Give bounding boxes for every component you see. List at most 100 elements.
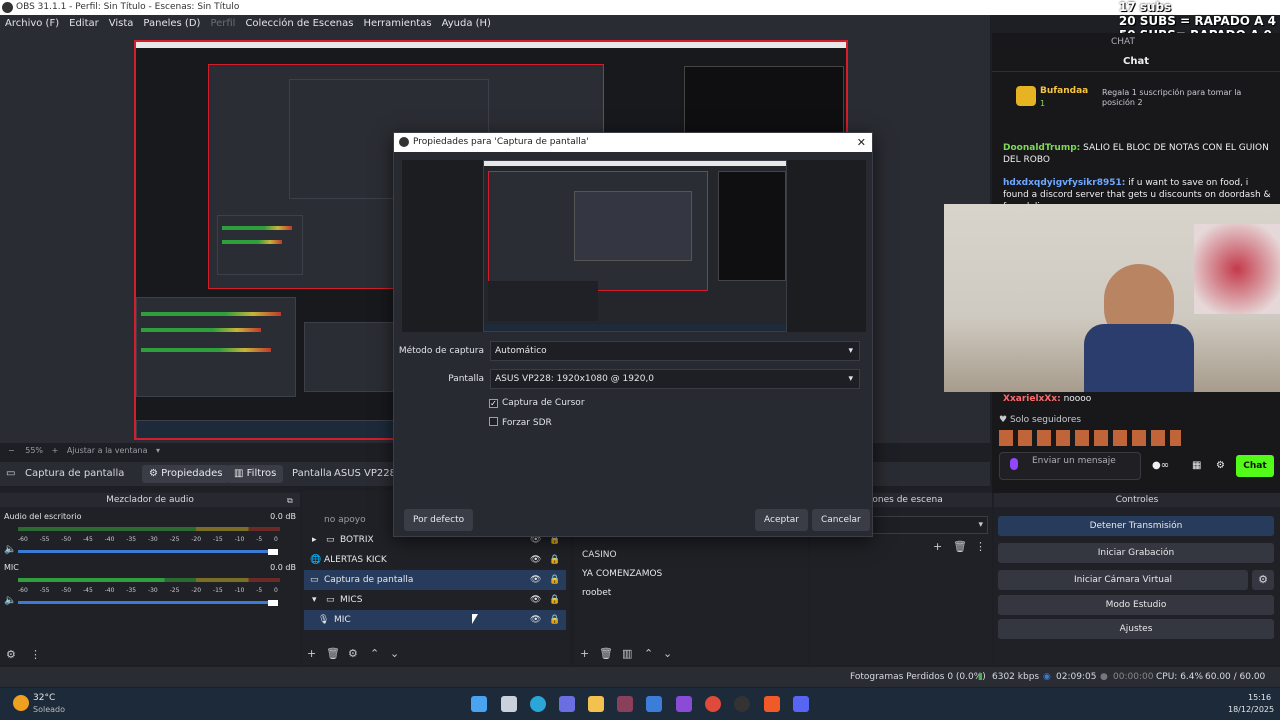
db-scale: -60 -55 -50 -45 -40 -35 -30 -25 -20 -15 -10 -5 0 bbox=[18, 536, 278, 543]
menu-perfil[interactable]: Perfil bbox=[205, 15, 240, 33]
mixer-menu-icon[interactable]: ⋮ bbox=[30, 649, 41, 661]
add-source-icon[interactable]: + bbox=[307, 648, 316, 660]
channel-db: 0.0 dB bbox=[270, 563, 296, 572]
expand-icon: ▸ bbox=[312, 535, 317, 545]
remove-source-icon[interactable]: 🗑 bbox=[326, 648, 340, 660]
start-recording-button[interactable]: Iniciar Grabación bbox=[998, 543, 1274, 563]
move-up-icon[interactable]: ⌃ bbox=[370, 648, 379, 660]
scene-casino[interactable]: CASINO bbox=[582, 550, 617, 560]
close-icon[interactable]: ✕ bbox=[857, 133, 866, 152]
settings-button[interactable]: Ajustes bbox=[998, 619, 1274, 639]
status-bar: Fotogramas Perdidos 0 (0.0%) ▮ 6302 kbps… bbox=[0, 667, 1280, 702]
defaults-button[interactable]: Por defecto bbox=[404, 509, 474, 531]
cancel-button[interactable]: Cancelar bbox=[812, 509, 870, 531]
dialog-title-bar: Propiedades para 'Captura de pantalla' ✕ bbox=[394, 133, 872, 152]
stop-stream-button[interactable]: Detener Transmisión bbox=[998, 516, 1274, 536]
mixer-settings-icon[interactable]: ⚙ bbox=[6, 649, 16, 661]
remove-transition-icon[interactable]: 🗑 bbox=[953, 541, 967, 553]
start-menu-icon[interactable] bbox=[471, 696, 487, 712]
menu-vista[interactable]: Vista bbox=[104, 15, 139, 33]
teams-icon[interactable] bbox=[559, 696, 575, 712]
chat-settings-icon[interactable]: ⚙ bbox=[1216, 460, 1225, 471]
studio-mode-button[interactable]: Modo Estudio bbox=[998, 595, 1274, 615]
menu-editar[interactable]: Editar bbox=[64, 15, 104, 33]
scene-filter-icon[interactable]: ▥ bbox=[622, 648, 632, 660]
source-settings-icon[interactable]: ⚙ bbox=[348, 648, 358, 660]
db-scale: -60 -55 -50 -45 -40 -35 -30 -25 -20 -15 -10 -5 0 bbox=[18, 587, 278, 594]
add-scene-icon[interactable]: + bbox=[580, 648, 589, 660]
source-item-captura[interactable]: ▭ Captura de pantalla 👁 🔒 bbox=[304, 570, 566, 590]
source-item-mics[interactable]: ▾ ▭ MICS 👁 🔒 bbox=[304, 590, 566, 610]
chrome-icon[interactable] bbox=[705, 696, 721, 712]
dropped-frames: Fotogramas Perdidos 0 (0.0%) bbox=[850, 672, 986, 682]
source-item-alertas-kick[interactable]: 🌐 ALERTAS KICK 👁 🔒 bbox=[304, 550, 566, 570]
properties-button[interactable]: ⚙ Propiedades bbox=[142, 465, 230, 483]
capture-preview bbox=[402, 160, 866, 332]
app-icon[interactable] bbox=[676, 696, 692, 712]
brave-icon[interactable] bbox=[764, 696, 780, 712]
zoom-level: 55% bbox=[25, 446, 44, 455]
obs-logo-icon bbox=[399, 137, 409, 147]
emote-picker-icon[interactable]: ●∞ bbox=[1152, 460, 1169, 471]
zoom-in-icon[interactable]: + bbox=[52, 446, 59, 455]
channel-db: 0.0 dB bbox=[270, 512, 296, 521]
remove-scene-icon[interactable]: 🗑 bbox=[599, 648, 613, 660]
capture-method-select[interactable]: Automático ▾ bbox=[490, 341, 860, 361]
menu-paneles[interactable]: Paneles (D) bbox=[138, 15, 205, 33]
virtual-cam-settings-icon[interactable]: ⚙ bbox=[1252, 570, 1274, 590]
fit-dropdown-icon[interactable]: ▾ bbox=[156, 446, 160, 455]
capture-cursor-checkbox[interactable]: ✓ Captura de Cursor bbox=[489, 398, 585, 408]
screen-label: Pantalla bbox=[292, 468, 332, 479]
file-explorer-icon[interactable] bbox=[588, 696, 604, 712]
chat-input[interactable]: Enviar un mensaje bbox=[999, 452, 1141, 480]
menu-archivo[interactable]: Archivo (F) bbox=[0, 15, 64, 33]
gift-icon bbox=[1016, 86, 1036, 106]
scene-down-icon[interactable]: ⌄ bbox=[663, 648, 672, 660]
followers-only-label: ♥ Solo seguidores bbox=[999, 415, 1082, 425]
add-transition-icon[interactable]: + bbox=[933, 541, 942, 553]
obs-taskbar-icon[interactable] bbox=[734, 696, 750, 712]
source-item-mic[interactable]: 🎙 MIC 👁 🔒 bbox=[304, 610, 566, 630]
lock-icon: 🔒 bbox=[549, 555, 561, 565]
chat-message: DoonaldTrump: SALIO EL BLOC DE NOTAS CON… bbox=[1003, 143, 1269, 165]
menu-herramientas[interactable]: Herramientas bbox=[358, 15, 436, 33]
force-sdr-checkbox[interactable]: Forzar SDR bbox=[489, 417, 552, 428]
move-down-icon[interactable]: ⌄ bbox=[390, 648, 399, 660]
transition-select[interactable]: ▾ bbox=[870, 516, 988, 534]
screen-label: Pantalla bbox=[448, 374, 484, 384]
menu-coleccion-escenas[interactable]: Colección de Escenas bbox=[240, 15, 358, 33]
app-icon[interactable] bbox=[617, 696, 633, 712]
stream-time: 02:09:05 bbox=[1056, 672, 1097, 682]
dialog-title: Propiedades para 'Captura de pantalla' bbox=[413, 137, 589, 147]
capture-method-label: Método de captura bbox=[398, 346, 484, 356]
start-virtual-cam-button[interactable]: Iniciar Cámara Virtual bbox=[998, 570, 1248, 590]
emote-row[interactable] bbox=[999, 430, 1181, 446]
gift-store-icon[interactable]: ▦ bbox=[1192, 460, 1201, 471]
channel-name: MIC bbox=[4, 563, 19, 572]
transition-menu-icon[interactable]: ⋮ bbox=[975, 541, 986, 553]
mic-icon[interactable] bbox=[1010, 458, 1018, 470]
cpu-usage: CPU: 6.4% bbox=[1156, 672, 1204, 682]
menu-ayuda[interactable]: Ayuda (H) bbox=[437, 15, 496, 33]
edge-icon[interactable] bbox=[530, 696, 546, 712]
zoom-out-icon[interactable]: − bbox=[8, 446, 15, 455]
filters-button[interactable]: ▥ Filtros bbox=[227, 465, 284, 483]
fit-window-label[interactable]: Ajustar a la ventana bbox=[67, 446, 148, 455]
volume-slider[interactable] bbox=[18, 548, 278, 555]
scene-roobet[interactable]: roobet bbox=[582, 588, 611, 598]
clock-time: 15:16 bbox=[1248, 693, 1272, 702]
send-chat-button[interactable]: Chat bbox=[1236, 455, 1274, 477]
mixer-undock-icon[interactable]: ⧉ bbox=[287, 495, 293, 507]
discord-icon[interactable] bbox=[793, 696, 809, 712]
visibility-icon: 👁 bbox=[530, 615, 542, 625]
task-view-icon[interactable] bbox=[501, 696, 517, 712]
speaker-icon[interactable]: 🔈 bbox=[4, 544, 16, 555]
accept-button[interactable]: Aceptar bbox=[755, 509, 808, 531]
speaker-icon[interactable]: 🔈 bbox=[4, 595, 16, 606]
scene-ya-comenzamos[interactable]: YA COMENZAMOS bbox=[582, 569, 662, 579]
scene-up-icon[interactable]: ⌃ bbox=[644, 648, 653, 660]
webcam-feed bbox=[944, 204, 1280, 392]
app-icon[interactable] bbox=[646, 696, 662, 712]
screen-select[interactable]: ASUS VP228: 1920x1080 @ 1920,0 ▾ bbox=[490, 369, 860, 389]
volume-slider[interactable] bbox=[18, 599, 278, 606]
